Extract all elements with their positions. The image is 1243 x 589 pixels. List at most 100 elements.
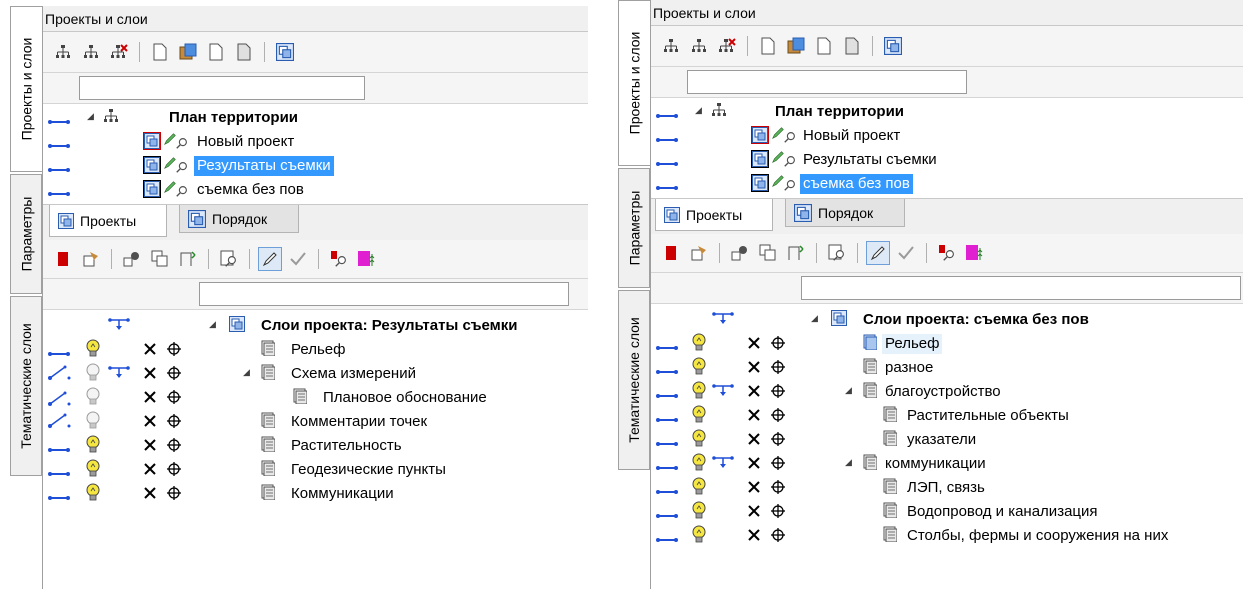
expand-arrow-icon[interactable]: ◢: [811, 313, 818, 324]
snap-icon[interactable]: [771, 528, 785, 542]
order-icon[interactable]: [881, 34, 905, 58]
bulb-icon[interactable]: [691, 452, 707, 472]
layer-row[interactable]: Геодезические пункты: [43, 458, 588, 482]
subtab-projects[interactable]: Проекты: [49, 205, 167, 237]
layer-row[interactable]: Растительность: [43, 434, 588, 458]
layer-style-icon[interactable]: [687, 241, 711, 265]
layer-row[interactable]: Растительные объекты: [651, 404, 1243, 428]
delete-icon[interactable]: [747, 384, 761, 398]
preview-icon[interactable]: [217, 247, 241, 271]
snap-icon[interactable]: [771, 432, 785, 446]
layer-row[interactable]: ◢ Схема измерений: [43, 362, 588, 386]
red-flag-icon[interactable]: [51, 247, 75, 271]
snap-icon[interactable]: [167, 366, 181, 380]
add-subproject-icon[interactable]: [79, 40, 103, 64]
vtab-parameters[interactable]: Параметры: [618, 168, 650, 288]
tree-row-root[interactable]: ◢ План территории: [43, 106, 588, 130]
layer-style-icon[interactable]: [79, 247, 103, 271]
delete-icon[interactable]: [747, 432, 761, 446]
delete-icon[interactable]: [747, 528, 761, 542]
layer-row[interactable]: Рельеф: [43, 338, 588, 362]
move-layer-icon[interactable]: [784, 241, 808, 265]
add-project-icon[interactable]: [659, 34, 683, 58]
bulb-icon[interactable]: [691, 356, 707, 376]
delete-icon[interactable]: [747, 456, 761, 470]
order-icon[interactable]: [273, 40, 297, 64]
expand-arrow-icon[interactable]: ◢: [209, 319, 216, 330]
projects-filter-input[interactable]: [79, 76, 365, 100]
expand-arrow-icon[interactable]: ◢: [243, 367, 250, 378]
delete-icon[interactable]: [747, 504, 761, 518]
expand-arrow-icon[interactable]: ◢: [845, 385, 852, 396]
bulb-off-icon[interactable]: [85, 386, 101, 406]
snap-icon[interactable]: [771, 504, 785, 518]
delete-icon[interactable]: [143, 366, 157, 380]
bulb-icon[interactable]: [85, 482, 101, 502]
tree-row-project[interactable]: Новый проект: [43, 130, 588, 154]
delete-icon[interactable]: [747, 360, 761, 374]
magenta-layer-icon[interactable]: [963, 241, 987, 265]
bulb-off-icon[interactable]: [85, 362, 101, 382]
bulb-icon[interactable]: [85, 434, 101, 454]
layer-row[interactable]: указатели: [651, 428, 1243, 452]
find-red-icon[interactable]: [935, 241, 959, 265]
snap-icon[interactable]: [167, 390, 181, 404]
snap-icon[interactable]: [167, 414, 181, 428]
projects-filter-input[interactable]: [687, 70, 967, 94]
document-gray-icon[interactable]: [840, 34, 864, 58]
delete-project-icon[interactable]: [715, 34, 739, 58]
snap-icon[interactable]: [771, 336, 785, 350]
magenta-layer-icon[interactable]: [355, 247, 379, 271]
document-icon[interactable]: [812, 34, 836, 58]
snap-icon[interactable]: [167, 462, 181, 476]
tree-row-project[interactable]: Новый проект: [651, 124, 1243, 148]
tree-row-project[interactable]: съемка без пов: [43, 178, 588, 202]
snap-icon[interactable]: [771, 384, 785, 398]
add-project-icon[interactable]: [51, 40, 75, 64]
subtab-order[interactable]: Порядок: [785, 199, 905, 227]
bulb-icon[interactable]: [85, 338, 101, 358]
layer-row[interactable]: Коммуникации: [43, 482, 588, 506]
layer-row-root[interactable]: ◢ Слои проекта: съемка без пов: [651, 308, 1243, 332]
layer-row[interactable]: Рельеф: [651, 332, 1243, 356]
layer-row[interactable]: Плановое обоснование: [43, 386, 588, 410]
bulb-icon[interactable]: [691, 332, 707, 352]
bulb-icon[interactable]: [691, 380, 707, 400]
vtab-parameters[interactable]: Параметры: [10, 174, 42, 294]
delete-icon[interactable]: [143, 486, 157, 500]
layer-row[interactable]: Столбы, фермы и сооружения на них: [651, 524, 1243, 548]
snap-icon[interactable]: [771, 480, 785, 494]
document-icon[interactable]: [204, 40, 228, 64]
edit-mode-icon[interactable]: [258, 247, 282, 271]
document-gray-icon[interactable]: [232, 40, 256, 64]
layer-row[interactable]: ◢ коммуникации: [651, 452, 1243, 476]
expand-arrow-icon[interactable]: ◢: [695, 105, 702, 116]
expand-arrow-icon[interactable]: ◢: [87, 111, 94, 122]
new-document-icon[interactable]: [148, 40, 172, 64]
layer-row[interactable]: Комментарии точек: [43, 410, 588, 434]
copy-layer-icon[interactable]: [756, 241, 780, 265]
delete-icon[interactable]: [747, 480, 761, 494]
layer-row[interactable]: разное: [651, 356, 1243, 380]
delete-icon[interactable]: [143, 438, 157, 452]
tree-row-project[interactable]: Результаты съемки: [43, 154, 588, 178]
snap-icon[interactable]: [771, 408, 785, 422]
vtab-thematic-layers[interactable]: Тематические слои: [618, 290, 650, 470]
subtab-projects[interactable]: Проекты: [655, 199, 773, 231]
subtab-order[interactable]: Порядок: [179, 205, 299, 233]
check-icon[interactable]: [286, 247, 310, 271]
edit-mode-icon[interactable]: [866, 241, 890, 265]
vtab-projects-layers[interactable]: Проекты и слои: [10, 6, 42, 172]
layer-row-root[interactable]: ◢ Слои проекта: Результаты съемки: [43, 314, 588, 338]
bulb-icon[interactable]: [691, 428, 707, 448]
check-icon[interactable]: [894, 241, 918, 265]
layer-row[interactable]: Водопровод и канализация: [651, 500, 1243, 524]
move-layer-icon[interactable]: [176, 247, 200, 271]
import-icon[interactable]: [176, 40, 200, 64]
delete-icon[interactable]: [143, 342, 157, 356]
copy-layer-icon[interactable]: [148, 247, 172, 271]
red-flag-icon[interactable]: [659, 241, 683, 265]
delete-icon[interactable]: [747, 408, 761, 422]
visibility-icon[interactable]: [728, 241, 752, 265]
delete-icon[interactable]: [143, 462, 157, 476]
